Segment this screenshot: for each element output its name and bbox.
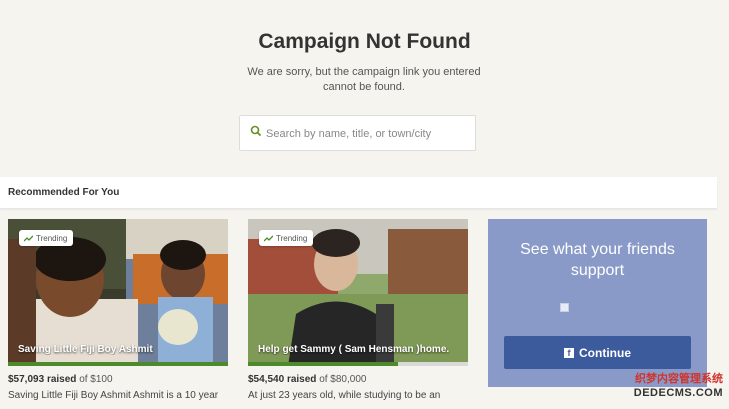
campaign-image[interactable]: Trending Saving Little Fiji Boy Ashmit — [8, 219, 228, 366]
search-box[interactable] — [239, 115, 476, 151]
trending-icon — [264, 235, 273, 241]
friends-heading: See what your friends support — [520, 241, 675, 279]
continue-label: Continue — [579, 345, 631, 360]
raised-line: $57,093 raised of $100 — [8, 374, 228, 385]
badge-label: Trending — [276, 233, 308, 243]
watermark-line2: DEDECMS.COM — [633, 387, 723, 399]
recommended-bar: Recommended For You — [0, 177, 717, 209]
progress-bar — [8, 362, 228, 366]
raised-amount: $54,540 — [248, 374, 285, 385]
campaign-card[interactable]: Trending Help get Sammy ( Sam Hensman )h… — [248, 219, 468, 401]
page-title: Campaign Not Found — [258, 30, 471, 53]
search-input[interactable] — [266, 124, 466, 144]
watermark: 织梦内容管理系统 DEDECMS.COM — [613, 372, 723, 402]
campaign-image[interactable]: Trending Help get Sammy ( Sam Hensman )h… — [248, 219, 468, 366]
recommended-heading: Recommended For You — [8, 187, 120, 198]
raised-line: $54,540 raised of $80,000 — [248, 374, 468, 385]
campaign-description: Saving Little Fiji Boy Ashmit Ashmit is … — [8, 390, 219, 401]
raised-word: raised — [286, 374, 317, 385]
goal-text: of $100 — [79, 374, 113, 385]
facebook-icon: f — [564, 347, 574, 358]
search-icon — [250, 125, 262, 137]
continue-button[interactable]: f Continue — [504, 336, 691, 369]
trending-badge: Trending — [259, 230, 314, 246]
trending-icon — [24, 235, 33, 241]
page: Campaign Not Found We are sorry, but the… — [0, 0, 729, 409]
progress-fill — [8, 362, 228, 366]
progress-fill — [248, 362, 398, 366]
raised-amount: $57,093 — [8, 374, 45, 385]
watermark-line1: 织梦内容管理系统 — [635, 373, 723, 385]
campaign-title[interactable]: Help get Sammy ( Sam Hensman )home. — [258, 344, 462, 355]
campaign-description: At just 23 years old, while studying to … — [248, 390, 441, 401]
broken-image-icon — [560, 303, 569, 312]
campaign-title[interactable]: Saving Little Fiji Boy Ashmit — [18, 344, 222, 355]
friends-panel: See what your friends support f Continue — [488, 219, 707, 387]
raised-word: raised — [46, 374, 77, 385]
trending-badge: Trending — [19, 230, 74, 246]
badge-label: Trending — [36, 233, 68, 243]
page-subtitle: We are sorry, but the campaign link you … — [247, 66, 481, 93]
goal-text: of $80,000 — [319, 374, 367, 385]
campaign-card[interactable]: Trending Saving Little Fiji Boy Ashmit $… — [8, 219, 228, 401]
progress-bar — [248, 362, 468, 366]
